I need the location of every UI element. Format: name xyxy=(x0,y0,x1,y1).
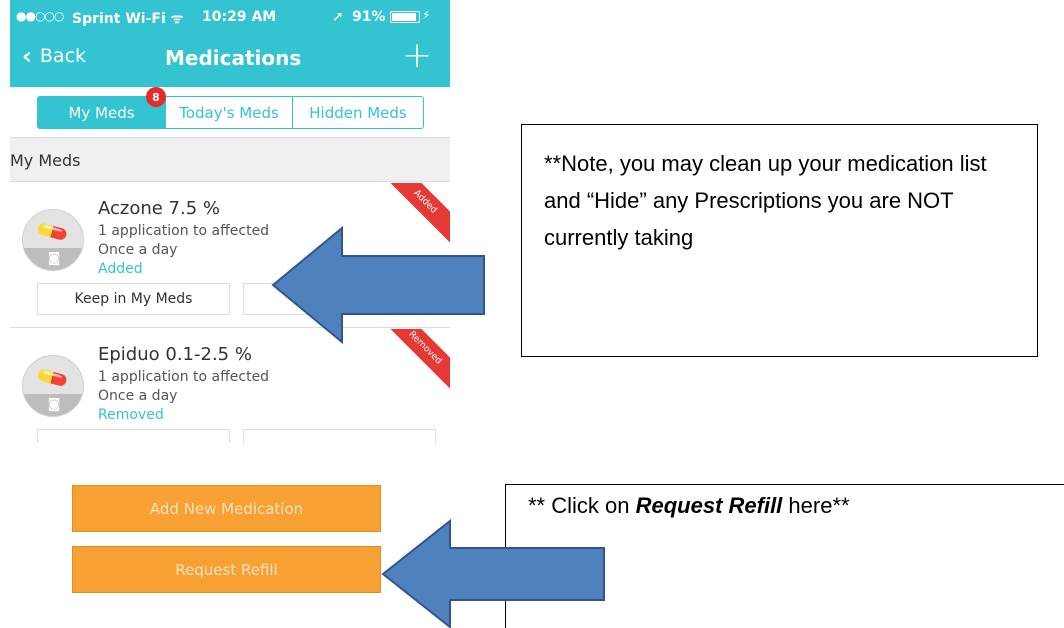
plus-icon[interactable]: + xyxy=(402,38,432,74)
chevron-left-icon: ‹ xyxy=(22,42,32,70)
medication-dose: 1 application to affected xyxy=(98,369,270,385)
section-title: My Meds xyxy=(10,151,81,170)
medication-frequency: Once a day xyxy=(98,388,178,404)
medication-status: Added xyxy=(98,261,143,277)
add-new-medication-button[interactable]: Add New Medication xyxy=(72,485,381,532)
pill-icon[interactable]: 💊 ◙ xyxy=(22,209,84,271)
location-icon: ➚ xyxy=(332,9,344,25)
tab-todays-meds[interactable]: Today's Meds xyxy=(166,97,293,128)
app-header: ●●○○○ Sprint Wi-Fi ᯤ 10:29 AM ➚ 91% ⚡ ‹ … xyxy=(10,0,450,87)
camera-icon: ◙ xyxy=(23,394,83,416)
tab-hidden-meds[interactable]: Hidden Meds xyxy=(293,97,423,128)
note-box-hide: **Note, you may clean up your medication… xyxy=(521,124,1038,357)
pill-glyph: 💊 xyxy=(34,360,71,397)
medication-name: Epiduo 0.1-2.5 % xyxy=(98,344,252,365)
pill-glyph: 💊 xyxy=(34,214,71,251)
note-emphasis: Request Refill xyxy=(635,493,783,518)
keep-in-my-meds-button[interactable]: Keep in My Meds xyxy=(37,283,230,315)
arrow-left-icon xyxy=(381,518,605,628)
medication-status: Removed xyxy=(98,407,164,423)
keep-in-my-meds-button[interactable] xyxy=(37,429,230,443)
camera-icon: ◙ xyxy=(23,248,83,270)
section-header: My Meds xyxy=(10,137,450,182)
tab-count-badge: 8 xyxy=(146,87,166,107)
note-suffix: here** xyxy=(782,493,850,518)
arrow-left-icon xyxy=(271,225,485,345)
battery-icon xyxy=(390,11,420,23)
medication-dose: 1 application to affected xyxy=(98,223,270,239)
phone-screenshot: ●●○○○ Sprint Wi-Fi ᯤ 10:29 AM ➚ 91% ⚡ ‹ … xyxy=(10,0,450,443)
hide-button[interactable] xyxy=(243,429,436,443)
back-label: Back xyxy=(39,45,87,67)
pill-icon[interactable]: 💊 ◙ xyxy=(22,355,84,417)
medication-card[interactable]: 💊 ◙ Epiduo 0.1-2.5 % 1 application to af… xyxy=(10,329,450,443)
carrier-label: Sprint Wi-Fi ᯤ xyxy=(72,11,184,27)
status-bar: ●●○○○ Sprint Wi-Fi ᯤ 10:29 AM ➚ 91% ⚡ xyxy=(10,0,450,34)
medication-frequency: Once a day xyxy=(98,242,178,258)
note-prefix: ** Click on xyxy=(528,493,636,518)
back-button[interactable]: ‹ Back xyxy=(22,42,87,70)
tab-bar: My Meds Today's Meds Hidden Meds xyxy=(37,96,424,129)
status-time: 10:29 AM xyxy=(202,9,277,25)
page-title: Medications xyxy=(165,46,302,70)
medication-name: Aczone 7.5 % xyxy=(98,198,221,219)
signal-icon: ●●○○○ xyxy=(16,9,64,23)
battery-fill xyxy=(392,13,416,21)
request-refill-button[interactable]: Request Refill xyxy=(72,546,381,593)
charging-icon: ⚡ xyxy=(422,8,431,22)
battery-percent: 91% xyxy=(352,9,386,25)
